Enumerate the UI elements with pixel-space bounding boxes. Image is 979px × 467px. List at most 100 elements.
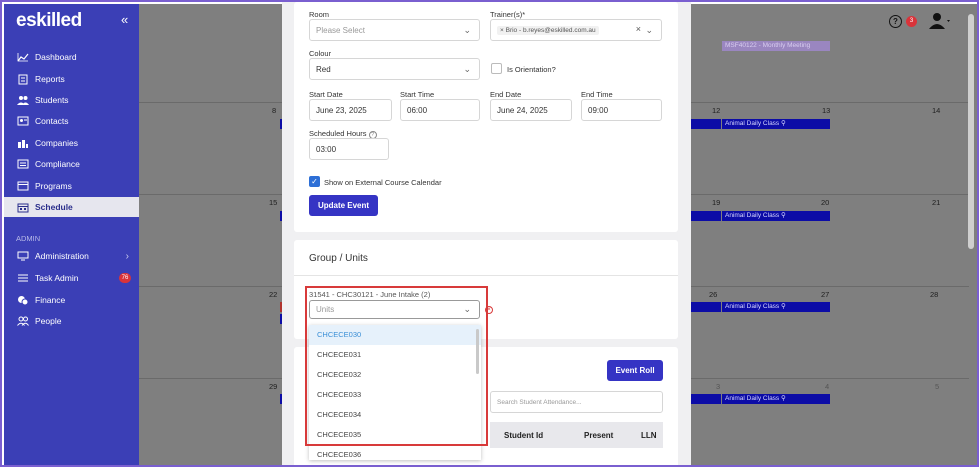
event-title: Animal Daily Class: [725, 303, 780, 310]
scheduled-hours-input[interactable]: 03:00: [309, 138, 389, 160]
chevron-down-icon: ⌄: [463, 64, 471, 74]
trainer-select[interactable]: × Brio - b.reyes@eskilled.com.au × ⌄: [490, 19, 662, 41]
divider: [294, 275, 678, 276]
end-date-label: End Date: [490, 90, 522, 99]
sidebar-item-people[interactable]: People: [4, 311, 139, 331]
task-count-badge: 76: [119, 273, 131, 283]
day-number: 28: [930, 290, 939, 299]
collapse-sidebar-icon[interactable]: «: [121, 12, 128, 27]
sidebar-item-label: Contacts: [35, 116, 69, 126]
event-roll-button[interactable]: Event Roll: [607, 360, 663, 381]
clear-icon[interactable]: ×: [636, 24, 641, 34]
day-number: 4: [825, 382, 830, 391]
help-icon[interactable]: ?: [889, 14, 902, 28]
calendar-event[interactable]: Animal Daily Class ⚲: [722, 119, 830, 129]
day-number: 13: [822, 106, 831, 115]
sidebar-item-students[interactable]: Students: [4, 90, 139, 110]
column-lln[interactable]: LLN: [641, 431, 657, 440]
sidebar-item-companies[interactable]: Companies: [4, 133, 139, 153]
calendar-event[interactable]: Animal Daily Class ⚲: [722, 302, 830, 312]
day-number: 12: [712, 106, 721, 115]
day-number: 15: [269, 198, 278, 207]
attendance-search-input[interactable]: Search Student Attendance...: [490, 391, 663, 413]
day-number: 19: [712, 198, 721, 207]
end-date-input[interactable]: June 24, 2025: [490, 99, 572, 121]
start-time-value: 06:00: [407, 105, 428, 115]
scheduled-hours-value: 03:00: [316, 144, 337, 154]
sidebar-item-label: Schedule: [35, 202, 73, 212]
contacts-icon: [16, 116, 29, 127]
sidebar-item-contacts[interactable]: Contacts: [4, 111, 139, 131]
sidebar-item-compliance[interactable]: Compliance: [4, 154, 139, 174]
day-number: 3: [716, 382, 721, 391]
colour-value: Red: [316, 64, 331, 74]
sidebar-item-task-admin[interactable]: Task Admin 76: [4, 268, 139, 288]
sidebar-item-schedule[interactable]: Schedule: [4, 197, 139, 217]
sidebar-item-finance[interactable]: Finance: [4, 290, 139, 310]
day-number: 5: [935, 382, 940, 391]
calendar-event[interactable]: MSF40122 - Monthly Meeting: [722, 41, 830, 51]
colour-label: Colour: [309, 49, 332, 58]
sidebar-item-label: Task Admin: [35, 273, 79, 283]
sidebar-item-reports[interactable]: Reports: [4, 69, 139, 89]
people-icon: [16, 316, 29, 327]
room-select[interactable]: Please Select ⌄: [309, 19, 480, 41]
chevron-down-icon: ⌄: [645, 25, 653, 35]
start-date-label: Start Date: [309, 90, 343, 99]
students-icon: [16, 95, 29, 106]
end-time-value: 09:00: [588, 105, 609, 115]
calendar-event-edge: [691, 394, 721, 404]
trainer-label: Trainer(s)*: [490, 10, 526, 19]
sidebar-item-label: Administration: [35, 251, 89, 261]
calendar-event[interactable]: Animal Daily Class ⚲: [722, 394, 830, 404]
sidebar-item-label: Companies: [35, 138, 78, 148]
sidebar-item-label: Reports: [35, 74, 65, 84]
orientation-checkbox[interactable]: [491, 63, 502, 74]
user-avatar-icon[interactable]: [929, 12, 950, 30]
list-icon: [16, 273, 29, 284]
event-title: Animal Daily Class: [725, 212, 780, 219]
day-number: 26: [709, 290, 718, 299]
sidebar-item-administration[interactable]: Administration ›: [4, 246, 139, 266]
calendar-event-edge: [691, 211, 721, 221]
event-title: Animal Daily Class: [725, 120, 780, 127]
unit-option[interactable]: CHCECE036: [309, 445, 481, 460]
compliance-icon: [16, 159, 29, 170]
external-calendar-checkbox[interactable]: ✓: [309, 176, 320, 187]
sidebar-item-programs[interactable]: Programs: [4, 176, 139, 196]
companies-icon: [16, 138, 29, 149]
scheduled-hours-text: Scheduled Hours: [309, 129, 367, 138]
column-present[interactable]: Present: [584, 431, 613, 440]
page-scrollbar[interactable]: [968, 14, 974, 249]
report-icon: [16, 74, 29, 85]
monitor-icon: [16, 251, 29, 262]
event-details-card: Room Please Select ⌄ Trainer(s)* × Brio …: [294, 2, 678, 232]
room-placeholder: Please Select: [316, 25, 365, 35]
sidebar-item-label: Dashboard: [35, 52, 77, 62]
sidebar: eskilled « Dashboard Reports Students Co…: [4, 4, 139, 465]
trainer-chip[interactable]: × Brio - b.reyes@eskilled.com.au: [497, 25, 599, 35]
day-number: 21: [932, 198, 941, 207]
highlight-box: [305, 286, 488, 446]
day-number: 22: [269, 290, 278, 299]
calendar-event-edge: [691, 119, 721, 129]
header-actions: ? 3: [889, 12, 950, 30]
sidebar-item-label: Finance: [35, 295, 66, 305]
sidebar-item-label: Compliance: [35, 159, 80, 169]
end-date-value: June 24, 2025: [497, 105, 548, 115]
notification-badge[interactable]: 3: [906, 15, 917, 27]
calendar-icon: [16, 202, 29, 213]
calendar-event[interactable]: Animal Daily Class ⚲: [722, 211, 830, 221]
end-time-input[interactable]: 09:00: [581, 99, 662, 121]
colour-select[interactable]: Red ⌄: [309, 58, 480, 80]
event-title: Animal Daily Class: [725, 395, 780, 402]
sidebar-item-label: Programs: [35, 181, 72, 191]
column-student-id[interactable]: Student Id: [504, 431, 543, 440]
sidebar-item-dashboard[interactable]: Dashboard: [4, 47, 139, 67]
start-time-input[interactable]: 06:00: [400, 99, 480, 121]
day-number: 14: [932, 106, 941, 115]
attendance-search-placeholder: Search Student Attendance...: [497, 398, 582, 406]
start-date-input[interactable]: June 23, 2025: [309, 99, 392, 121]
update-event-button[interactable]: Update Event: [309, 195, 378, 216]
sidebar-item-label: Students: [35, 95, 69, 105]
